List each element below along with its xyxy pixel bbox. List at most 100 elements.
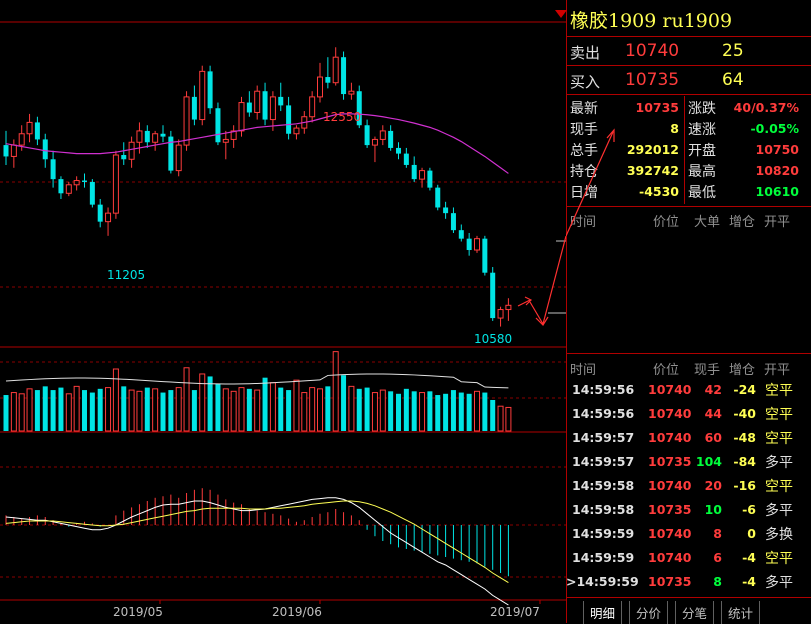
x-label-jul: 2019/07 bbox=[490, 605, 540, 619]
trade-row[interactable]: 14:59:57 10735 104 -84 多平 bbox=[567, 449, 811, 473]
tab-ticks[interactable]: 分笔 bbox=[675, 601, 715, 624]
candle-body bbox=[317, 76, 323, 98]
volume-bar bbox=[230, 390, 237, 432]
trade-oi-change: -4 bbox=[742, 550, 756, 565]
trade-volume: 8 bbox=[713, 574, 722, 589]
volume-bar bbox=[254, 389, 261, 432]
trade-price: 10740 bbox=[648, 550, 692, 565]
trade-time: 14:59:58 bbox=[572, 478, 635, 493]
trade-price: 10740 bbox=[648, 526, 692, 541]
candle-body bbox=[144, 130, 150, 143]
trade-time: 14:59:57 bbox=[572, 430, 635, 445]
candle-body bbox=[379, 130, 386, 140]
stat-value: 292012 bbox=[626, 142, 679, 157]
trade-price: 10740 bbox=[648, 382, 692, 397]
stat-label: 最低 bbox=[688, 185, 716, 201]
trade-time: >14:59:59 bbox=[566, 574, 639, 589]
candle-body bbox=[427, 170, 433, 188]
stat-label: 速涨 bbox=[688, 122, 716, 138]
volume-bar bbox=[128, 389, 135, 432]
volume-bar bbox=[168, 390, 174, 431]
x-label-may: 2019/05 bbox=[113, 605, 163, 619]
trade-oi-change: -24 bbox=[733, 382, 756, 397]
volume-bar bbox=[301, 392, 308, 432]
open-interest-line bbox=[5, 373, 509, 389]
trade-type: 空平 bbox=[765, 551, 793, 567]
volume-bar bbox=[403, 388, 409, 431]
drawn-annotations bbox=[517, 235, 566, 326]
stat-value: 10820 bbox=[755, 163, 800, 178]
candle-body bbox=[309, 96, 316, 118]
volume-bar bbox=[309, 387, 316, 432]
trade-row[interactable]: 14:59:59 10740 6 -4 空平 bbox=[567, 545, 811, 569]
volume-bar bbox=[371, 392, 378, 432]
sell-volume: 25 bbox=[722, 41, 744, 61]
trade-price: 10740 bbox=[648, 406, 692, 421]
volume-bar bbox=[466, 393, 472, 431]
volume-bar bbox=[411, 391, 417, 431]
candle-body bbox=[505, 304, 512, 311]
candle-body bbox=[215, 108, 221, 143]
trade-oi-change: -48 bbox=[733, 430, 756, 445]
candle-body bbox=[50, 159, 56, 180]
volume-bar bbox=[364, 387, 370, 431]
trade-oi-change: -40 bbox=[733, 406, 756, 421]
volume-bar bbox=[293, 379, 300, 432]
trade-type: 多平 bbox=[765, 503, 793, 519]
stat-value: 10750 bbox=[755, 142, 800, 157]
trade-row[interactable]: 14:59:56 10740 44 -40 空平 bbox=[567, 401, 811, 425]
candle-body bbox=[128, 141, 135, 160]
volume-bar bbox=[97, 388, 103, 431]
candle-body bbox=[238, 102, 245, 132]
trade-type: 空平 bbox=[765, 479, 793, 495]
candle-body bbox=[419, 170, 426, 180]
trade-volume: 8 bbox=[713, 526, 722, 541]
candle-body bbox=[175, 144, 182, 172]
tr-col-vol: 现手 bbox=[694, 363, 721, 378]
candle-body bbox=[152, 133, 159, 143]
trade-row[interactable]: 14:59:56 10740 42 -24 空平 bbox=[567, 377, 811, 401]
candle-body bbox=[466, 238, 472, 251]
tab-statistics[interactable]: 统计 bbox=[721, 601, 761, 624]
low-price-label: 11205 bbox=[107, 268, 145, 282]
candle-body bbox=[199, 70, 206, 121]
volume-bar bbox=[458, 392, 464, 431]
trade-volume: 42 bbox=[704, 382, 722, 397]
buy-price: 10735 bbox=[625, 70, 680, 90]
tab-price-dist[interactable]: 分价 bbox=[629, 601, 669, 624]
candle-body bbox=[112, 154, 119, 214]
stat-value: 10735 bbox=[635, 100, 680, 115]
tr-col-price: 价位 bbox=[653, 363, 680, 378]
trade-row[interactable]: 14:59:58 10740 20 -16 空平 bbox=[567, 473, 811, 497]
candles bbox=[3, 47, 512, 327]
trade-row[interactable]: 14:59:59 10740 8 0 多换 bbox=[567, 521, 811, 545]
kline-chart[interactable]: 12550 11205 10580 2019/05 2019/06 2019/0… bbox=[0, 0, 566, 623]
trade-row[interactable]: 14:59:58 10735 10 -6 多平 bbox=[567, 497, 811, 521]
candle-body bbox=[411, 164, 417, 180]
volume-bar bbox=[443, 393, 449, 431]
candle-body bbox=[222, 138, 229, 143]
volume-bar bbox=[175, 387, 182, 432]
candle-body bbox=[136, 130, 143, 143]
candle-body bbox=[246, 102, 252, 113]
tab-details[interactable]: 明细 bbox=[583, 601, 623, 624]
candle-body bbox=[18, 133, 25, 146]
candle-body bbox=[364, 125, 370, 146]
candle-body bbox=[97, 204, 103, 222]
volume-bar bbox=[325, 386, 331, 431]
trade-oi-change: -84 bbox=[733, 454, 756, 469]
candle-body bbox=[10, 144, 17, 157]
candle-body bbox=[65, 184, 72, 194]
volume-bar bbox=[215, 383, 221, 431]
volume-bar bbox=[191, 390, 197, 431]
candle-body bbox=[443, 207, 449, 214]
trade-time: 14:59:57 bbox=[572, 454, 635, 469]
volume-bar bbox=[505, 406, 512, 432]
stat-value: 8 bbox=[670, 121, 679, 136]
trade-row[interactable]: 14:59:57 10740 60 -48 空平 bbox=[567, 425, 811, 449]
trade-row[interactable]: >14:59:59 10735 8 -4 多平 bbox=[566, 569, 811, 593]
trade-oi-change: 0 bbox=[747, 526, 756, 541]
volume-bar bbox=[246, 388, 252, 431]
candle-body bbox=[89, 181, 95, 205]
volume-bar bbox=[388, 391, 394, 431]
